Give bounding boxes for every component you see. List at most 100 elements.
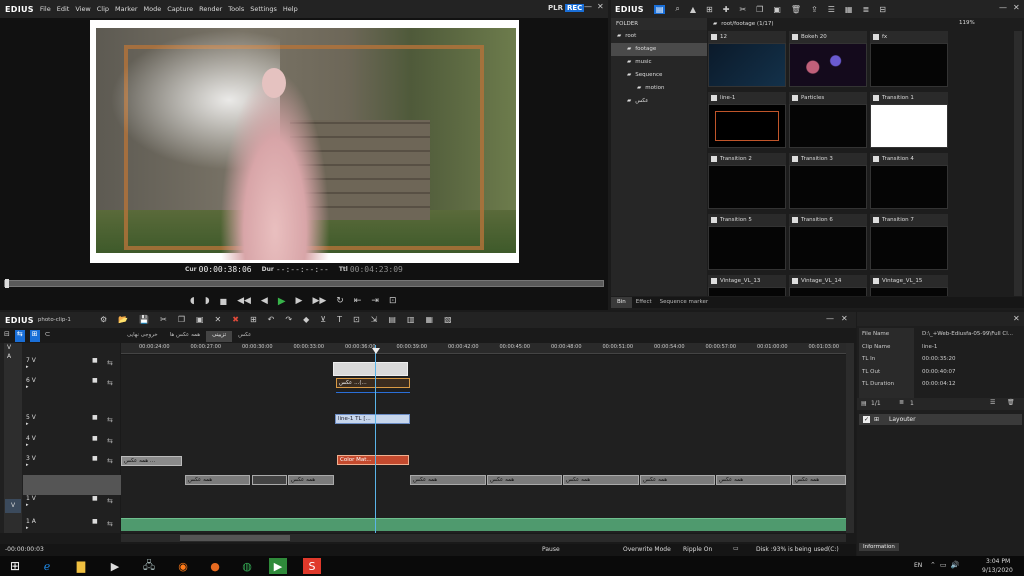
- mode-a-icon[interactable]: ▤: [388, 315, 396, 324]
- file-explorer-icon[interactable]: ▇: [70, 556, 92, 576]
- sync-icon[interactable]: ⊞: [29, 330, 40, 342]
- track-sync-icon[interactable]: ⇆: [107, 359, 113, 367]
- plr-label[interactable]: PLR: [548, 4, 563, 12]
- menu-mode[interactable]: Mode: [144, 5, 162, 13]
- mode-b-icon[interactable]: ▥: [407, 315, 415, 324]
- track-header[interactable]: 4 V ▸ ■ ⇆: [22, 434, 120, 450]
- clip-2v-5[interactable]: همه عکس: [487, 475, 562, 485]
- bin-clip[interactable]: Transition 1: [870, 92, 948, 150]
- bin-clip[interactable]: Vintage_VL_15: [870, 275, 948, 296]
- clip-6v[interactable]: عکس ...(...: [336, 378, 410, 388]
- title-icon[interactable]: T: [337, 315, 342, 324]
- chrome-icon[interactable]: ◍: [236, 556, 258, 576]
- zoom-level[interactable]: 119%: [959, 20, 975, 26]
- track-sync-icon[interactable]: ⇆: [107, 520, 113, 528]
- clock-date[interactable]: 9/13/2020: [982, 567, 1013, 574]
- clip-7v-title[interactable]: [333, 362, 408, 376]
- menu-view[interactable]: View: [75, 5, 90, 13]
- timeline-cut-icon[interactable]: ✂: [160, 315, 167, 324]
- timeline-ruler[interactable]: 00:00:24:00 00:00:27:00 00:00:30:00 00:00:3…: [121, 343, 846, 354]
- folder-view-icon[interactable]: ▤: [653, 4, 666, 14]
- track-expand-icon[interactable]: ▸: [26, 384, 29, 390]
- track-header[interactable]: 6 V ▸ ■ ⇆: [22, 376, 120, 392]
- timeline-minimize-icon[interactable]: —: [826, 314, 834, 323]
- clip-2v-6[interactable]: همه عکس: [563, 475, 639, 485]
- ripple-delete-icon[interactable]: ✖: [232, 315, 239, 324]
- track-header[interactable]: 7 V ▸ ■ ⇆: [22, 356, 120, 372]
- render-icon[interactable]: ⊡: [353, 315, 360, 324]
- bin-clip[interactable]: Transition 7: [870, 214, 948, 272]
- sequence-settings-icon[interactable]: ⚙: [100, 315, 107, 324]
- export-file-icon[interactable]: ⇲: [371, 315, 378, 324]
- folder-item[interactable]: ▰ عکس: [611, 95, 707, 108]
- loop-icon[interactable]: ↻: [336, 296, 344, 306]
- timeline-copy-icon[interactable]: ❐: [178, 315, 185, 324]
- player-close-icon[interactable]: ✕: [597, 2, 604, 11]
- track-expand-icon[interactable]: ▸: [26, 462, 29, 468]
- search-icon[interactable]: ⌕: [675, 4, 679, 14]
- network-app-icon[interactable]: 🖧: [138, 556, 160, 576]
- menu-render[interactable]: Render: [199, 5, 222, 13]
- cut-icon[interactable]: ✂: [739, 5, 746, 14]
- audio-clip-1a[interactable]: [121, 518, 846, 531]
- track-header[interactable]: 1 A ▸ ■ ⇆: [22, 517, 120, 533]
- track-sync-icon[interactable]: ⇆: [107, 497, 113, 505]
- clip-2v-4[interactable]: همه عکس: [410, 475, 486, 485]
- insert-icon[interactable]: ⊡: [389, 296, 397, 306]
- layout-icon[interactable]: ⊟: [879, 5, 886, 14]
- track-mute-icon[interactable]: ■: [92, 357, 98, 364]
- clip-2v-8[interactable]: همه عکس: [716, 475, 791, 485]
- clip-2v-7[interactable]: همه عکس: [640, 475, 715, 485]
- play-icon[interactable]: ▶: [278, 296, 286, 307]
- timeline-vscrollbar[interactable]: [846, 343, 854, 533]
- next-edit-icon[interactable]: ⇥: [371, 296, 379, 306]
- track-sync-icon[interactable]: ⇆: [107, 457, 113, 465]
- tab-photo[interactable]: عکس: [232, 331, 257, 342]
- tab-sequence-marker[interactable]: Sequence marker: [656, 297, 713, 308]
- open-project-icon[interactable]: 📂: [118, 315, 128, 324]
- folder-item[interactable]: ▰ motion: [611, 82, 707, 95]
- tab-all-photos[interactable]: همه عکس ها: [164, 331, 206, 342]
- bin-clip[interactable]: Transition 5: [708, 214, 786, 272]
- track-mute-icon[interactable]: ■: [92, 414, 98, 421]
- step-forward-icon[interactable]: ▶: [296, 296, 303, 306]
- bin-clip[interactable]: line-1: [708, 92, 786, 150]
- track-sync-icon[interactable]: ⇆: [107, 437, 113, 445]
- set-in-icon[interactable]: ◖: [190, 296, 195, 306]
- bin-minimize-icon[interactable]: —: [999, 3, 1007, 12]
- up-folder-icon[interactable]: ▲: [690, 5, 696, 14]
- set-marker-icon[interactable]: ◆: [303, 315, 309, 324]
- tray-icons[interactable]: ⌃▭🔊: [930, 561, 963, 569]
- clock-time[interactable]: 3:04 PM: [986, 558, 1010, 565]
- redo-icon[interactable]: ↷: [285, 315, 292, 324]
- track-a-patch[interactable]: A: [7, 353, 11, 360]
- paste-icon[interactable]: ▣: [773, 5, 781, 14]
- menu-tools[interactable]: Tools: [228, 5, 244, 13]
- list-view-icon[interactable]: ≣: [862, 5, 869, 14]
- player-scrub-bar[interactable]: [4, 280, 604, 287]
- track-header[interactable]: 3 V ▸ ■ ⇆: [22, 454, 120, 470]
- bin-clip[interactable]: fx: [870, 31, 948, 89]
- track-sync-icon[interactable]: ⇆: [107, 379, 113, 387]
- track-mute-icon[interactable]: ■: [92, 455, 98, 462]
- track-expand-icon[interactable]: ▸: [26, 502, 29, 508]
- clip-2v-3[interactable]: همه عکس: [288, 475, 334, 485]
- firefox-icon[interactable]: ●: [204, 556, 226, 576]
- bin-clip[interactable]: Particles: [789, 92, 867, 150]
- folder-item[interactable]: ▰ music: [611, 56, 707, 69]
- timeline-close-icon[interactable]: ✕: [841, 314, 848, 323]
- folder-item[interactable]: ▰ footage: [611, 43, 707, 56]
- stop-icon[interactable]: ■: [220, 297, 228, 306]
- track-1v-patch[interactable]: V: [5, 499, 21, 513]
- track-sync-icon[interactable]: ⇆: [107, 416, 113, 424]
- bin-clip[interactable]: Bokeh 20: [789, 31, 867, 89]
- snap-icon[interactable]: ⇆: [14, 330, 25, 342]
- language-indicator[interactable]: EN: [914, 562, 922, 569]
- playhead[interactable]: [375, 345, 376, 533]
- track-mute-icon[interactable]: ■: [92, 435, 98, 442]
- menu-file[interactable]: File: [40, 5, 51, 13]
- tab-bin[interactable]: Bin: [611, 297, 632, 308]
- bin-clip[interactable]: Transition 2: [708, 153, 786, 211]
- mixer-icon[interactable]: ⊻: [320, 315, 326, 324]
- menu-settings[interactable]: Settings: [250, 5, 277, 13]
